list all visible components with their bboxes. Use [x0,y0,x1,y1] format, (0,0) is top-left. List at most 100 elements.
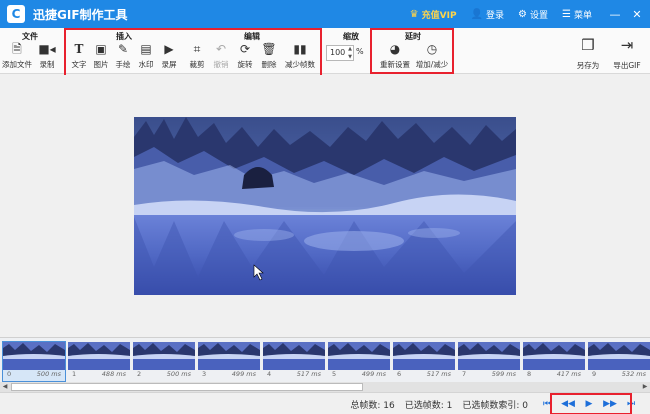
gear-icon: ⚙ [518,8,527,20]
record-label: 录制 [39,60,55,69]
file-group: 文件 🗎 添加文件 ■◂ 录制 [2,28,58,74]
vip-label: 充值VIP [421,10,457,21]
frame-thumbnail[interactable]: 6 517 ms [393,342,455,381]
frame-meta: 5 499 ms [328,370,390,381]
frame-index: 9 [592,370,597,378]
frame-index: 4 [267,370,272,378]
frame-thumbnail[interactable]: 4 517 ms [263,342,325,381]
document-icon: 🗎 [12,42,22,56]
frame-index: 1 [72,370,77,378]
frame-index: 6 [397,370,402,378]
highlight-box-delay [370,28,454,74]
canvas-area [0,75,650,337]
record-button[interactable]: ■◂ 录制 [34,42,60,72]
frame-meta: 2 500 ms [133,370,195,381]
zoom-stepper[interactable]: ▲ ▼ [346,45,354,61]
frame-image [458,342,520,370]
zoom-group-title: 缩放 [343,32,359,41]
scrollbar-thumb[interactable] [11,383,363,391]
preview-image [134,117,516,295]
frame-duration: 499 ms [361,370,386,378]
export-gif-label: 导出GIF [613,61,641,70]
frame-thumbnail[interactable]: 3 499 ms [198,342,260,381]
status-text-group: 总帧数: 16 已选帧数: 1 已选帧数索引: 0 [350,398,528,411]
frame-image [133,342,195,370]
frame-meta: 9 532 ms [588,370,650,381]
login-button[interactable]: 👤 登录 [471,8,504,21]
save-stack-icon: ❒ [581,36,595,54]
frame-meta: 1 488 ms [68,370,130,381]
menu-label: 菜单 [573,10,592,21]
frame-index: 8 [527,370,532,378]
close-button[interactable]: ✕ [628,8,646,21]
frame-thumbnail[interactable]: 1 488 ms [68,342,130,381]
total-frames-text: 总帧数: 16 [350,401,395,411]
frame-meta: 0 500 ms [3,370,65,381]
add-file-button[interactable]: 🗎 添加文件 [2,42,32,72]
video-camera-icon: ■◂ [38,42,56,56]
frame-duration: 599 ms [491,370,516,378]
filmstrip: 0 500 ms 1 488 ms 2 500 ms 3 499 ms 4 517 ms 5 499 … [0,337,650,392]
file-group-title: 文件 [22,32,38,41]
filmstrip-scrollbar[interactable]: ◀ ▶ [0,382,650,392]
crown-icon: ♛ [409,8,419,20]
frame-duration: 417 ms [556,370,581,378]
frame-index: 2 [137,370,142,378]
settings-label: 设置 [530,10,549,21]
title-bar: C 迅捷GIF制作工具 ♛ 充值VIP 👤 登录 ⚙ 设置 ☰ 菜单 — ✕ [0,0,650,28]
frame-thumbnail[interactable]: 5 499 ms [328,342,390,381]
frame-index: 7 [462,370,467,378]
frame-meta: 4 517 ms [263,370,325,381]
selected-index-text: 已选帧数索引: 0 [462,401,528,411]
settings-button[interactable]: ⚙ 设置 [518,8,548,21]
frame-index: 5 [332,370,337,378]
frame-image [198,342,260,370]
menu-button[interactable]: ☰ 菜单 [562,8,592,21]
export-icon: ⇥ [620,36,634,54]
export-gif-button[interactable]: ⇥ 导出GIF [610,38,644,72]
frame-duration: 488 ms [101,370,126,378]
frame-meta: 7 599 ms [458,370,520,381]
app-logo-icon: C [7,5,25,23]
frame-duration: 499 ms [231,370,256,378]
frame-duration: 517 ms [296,370,321,378]
frame-thumbnail[interactable]: 2 500 ms [133,342,195,381]
frame-index: 0 [7,370,12,378]
minimize-button[interactable]: — [606,8,624,21]
frame-image [393,342,455,370]
user-icon: 👤 [470,8,484,20]
frame-meta: 3 499 ms [198,370,260,381]
frame-duration: 517 ms [426,370,451,378]
frame-image [523,342,585,370]
vip-button[interactable]: ♛ 充值VIP [410,8,457,21]
app-title: 迅捷GIF制作工具 [33,7,128,22]
scroll-left-icon[interactable]: ◀ [0,382,10,392]
login-label: 登录 [486,10,505,21]
save-as-button[interactable]: ❒ 另存为 [574,38,602,72]
frame-image [328,342,390,370]
scroll-right-icon[interactable]: ▶ [640,382,650,392]
frame-image [588,342,650,370]
status-bar: 总帧数: 16 已选帧数: 1 已选帧数索引: 0 ⏮ ◀◀ ▶ ▶▶ ⏭ [0,392,650,414]
frame-image [68,342,130,370]
zoom-unit: % [356,47,364,56]
save-as-label: 另存为 [576,61,600,70]
frame-thumbnail[interactable]: 8 417 ms [523,342,585,381]
frame-thumbnail[interactable]: 0 500 ms [2,341,66,382]
selected-frames-text: 已选帧数: 1 [404,401,453,411]
frame-duration: 532 ms [621,370,646,378]
toolbar: 文件 🗎 添加文件 ■◂ 录制 插入 T 文字 ▣ 图片 ✎ 手绘 ▤ 水印 ▶ [0,28,650,85]
frame-meta: 6 517 ms [393,370,455,381]
add-file-label: 添加文件 [2,60,32,69]
frame-thumbnail[interactable]: 9 532 ms [588,342,650,381]
frame-thumbnail[interactable]: 7 599 ms [458,342,520,381]
hamburger-icon: ☰ [562,8,571,20]
frame-index: 3 [202,370,207,378]
frame-duration: 500 ms [36,370,61,378]
snowy-river-scene [134,117,516,295]
frame-image [3,342,65,370]
frame-image [263,342,325,370]
frame-duration: 500 ms [166,370,191,378]
frame-meta: 8 417 ms [523,370,585,381]
highlight-box-playback [550,393,632,414]
